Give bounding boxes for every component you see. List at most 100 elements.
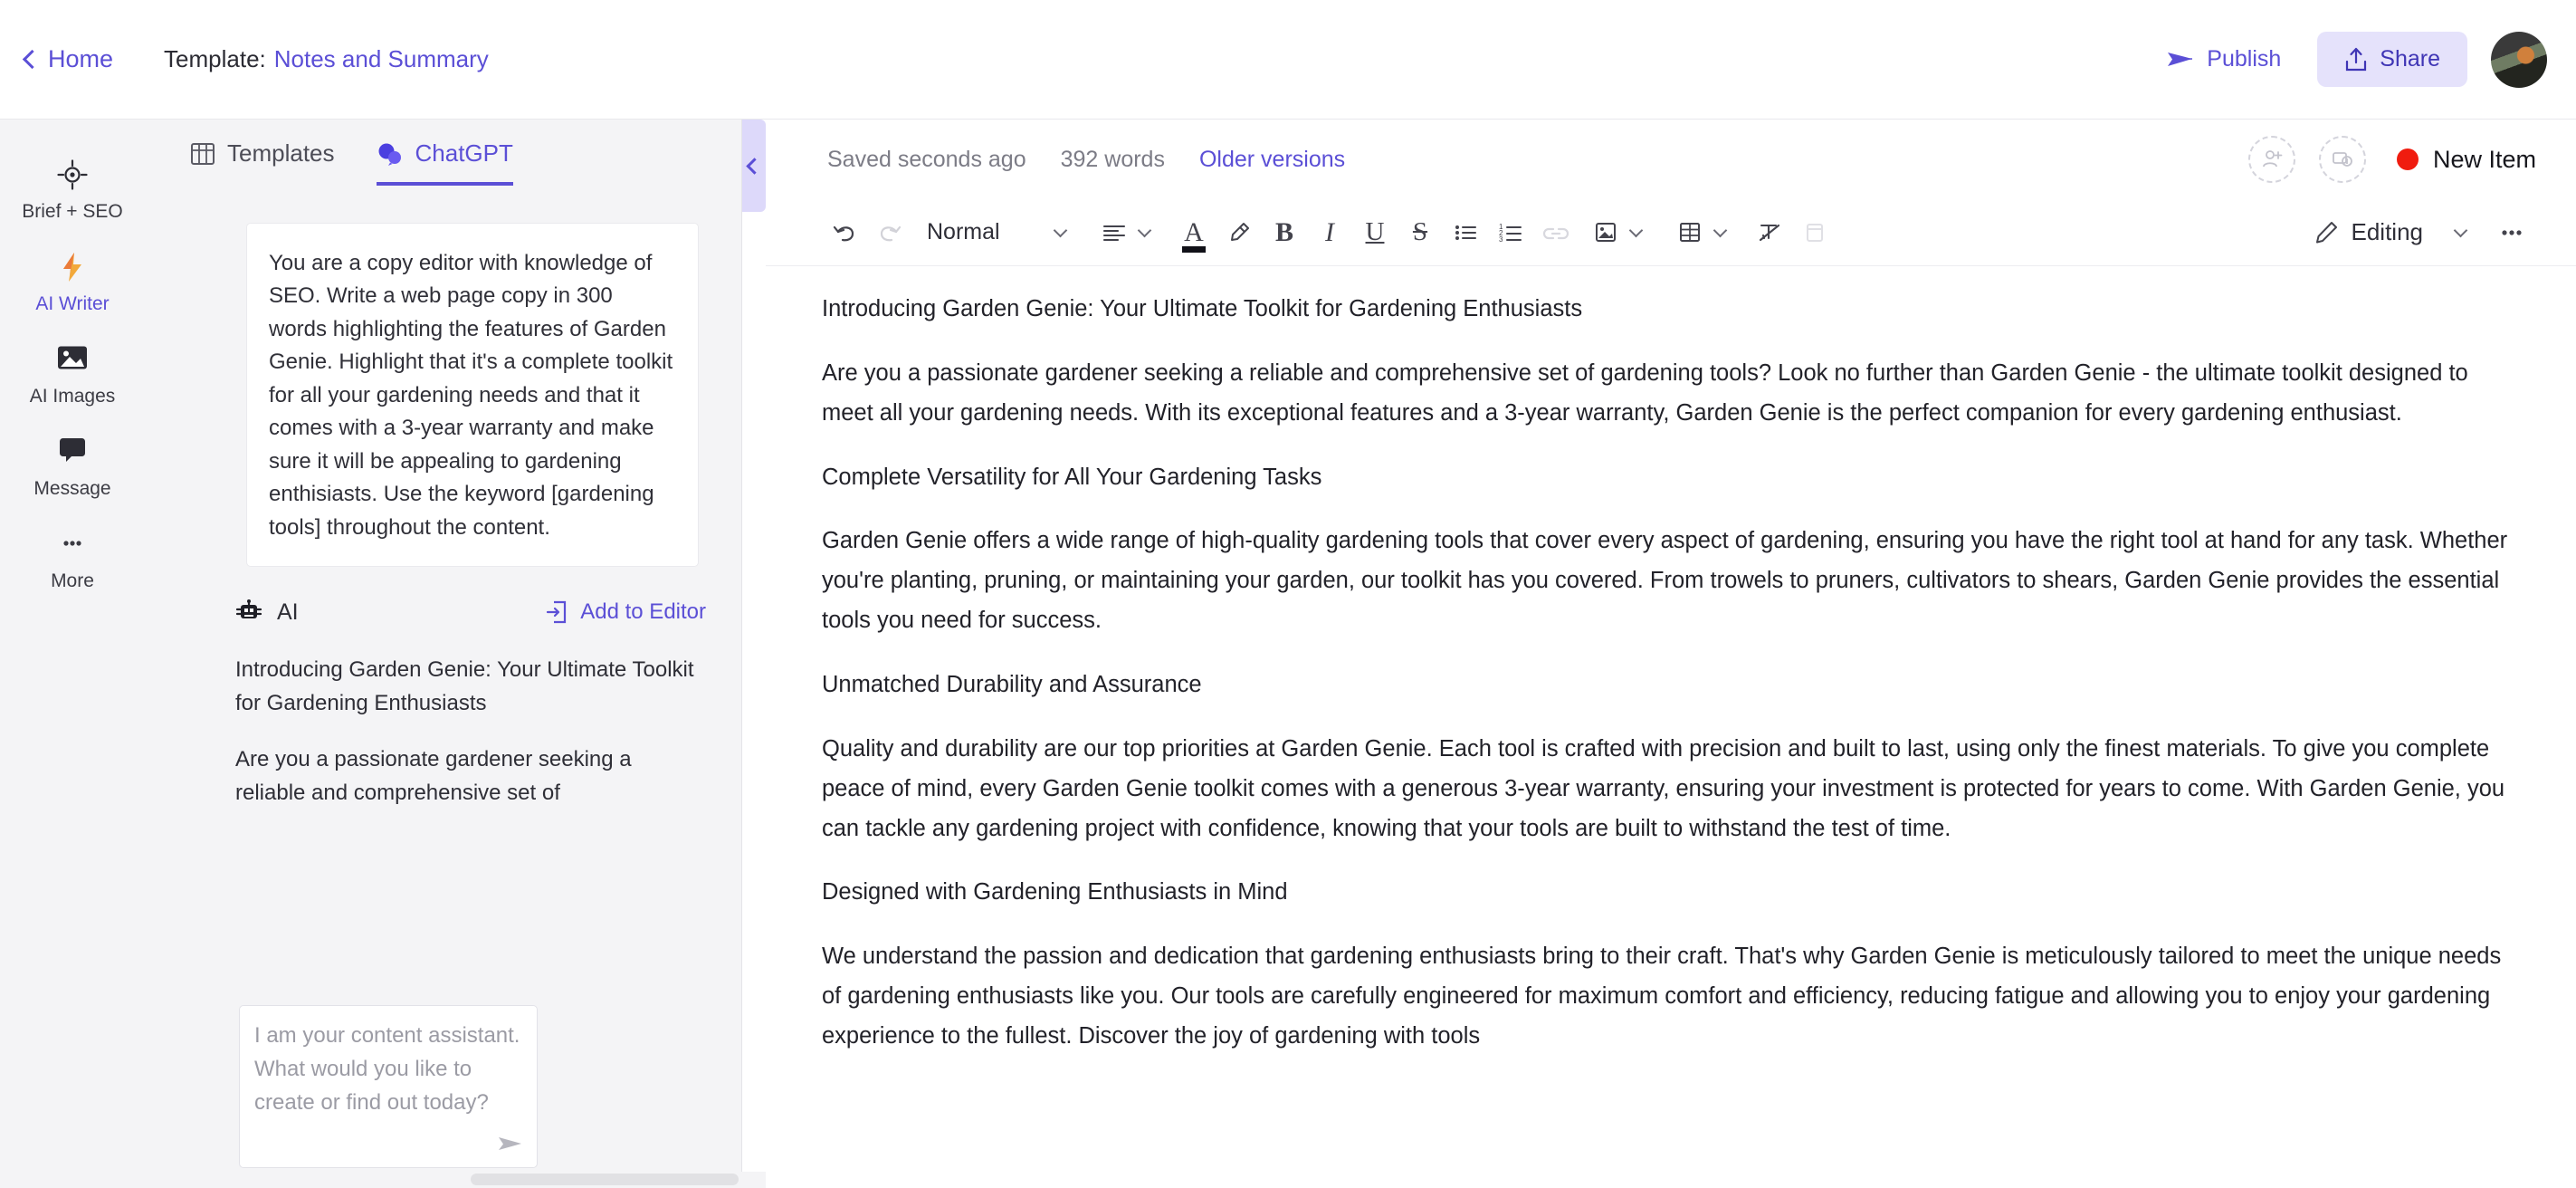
document-heading: Designed with Gardening Enthusiasts in M… xyxy=(822,879,1288,905)
highlight-button[interactable] xyxy=(1216,209,1262,256)
collapse-panel-button[interactable] xyxy=(742,120,766,212)
table-icon xyxy=(1677,221,1703,244)
document-heading: Complete Versatility for All Your Garden… xyxy=(822,464,1322,490)
chat-composer[interactable]: I am your content assistant. What would … xyxy=(239,1005,538,1168)
user-prompt-text: You are a copy editor with knowledge of … xyxy=(269,251,673,540)
document-paragraph: Quality and durability are our top prior… xyxy=(822,735,2505,841)
new-item-label: New Item xyxy=(2432,145,2536,173)
word-count: 392 words xyxy=(1060,146,1165,172)
saved-status: Saved seconds ago xyxy=(827,146,1026,172)
ai-author: AI xyxy=(235,599,299,626)
insert-document-icon xyxy=(546,599,569,625)
tab-label: ChatGPT xyxy=(415,139,513,167)
robot-icon xyxy=(235,599,262,625)
rail-item-ai-writer[interactable]: AI Writer xyxy=(0,235,145,328)
document-area: Saved seconds ago 392 words Older versio… xyxy=(766,120,2576,1188)
chat-bubbles-icon xyxy=(377,141,404,167)
tab-templates[interactable]: Templates xyxy=(190,139,335,186)
bullet-list-button[interactable] xyxy=(1443,209,1488,256)
toolbar-right-group: Editing xyxy=(2304,209,2535,256)
publish-label: Publish xyxy=(2207,46,2282,72)
assistant-panel: Templates ChatGPT You are a copy editor … xyxy=(145,120,742,1188)
status-dot-icon xyxy=(2396,148,2419,170)
left-icon-rail: Brief + SEO AI Writer AI Images Message … xyxy=(0,120,145,1188)
document-paragraph: Garden Genie offers a wide range of high… xyxy=(822,528,2508,634)
link-button[interactable] xyxy=(1533,209,1579,256)
add-to-editor-button[interactable]: Add to Editor xyxy=(546,599,706,625)
undo-button[interactable] xyxy=(822,209,867,256)
clear-formatting-button[interactable] xyxy=(1747,209,1792,256)
numbered-list-button[interactable]: 1 2 3 xyxy=(1488,209,1533,256)
rail-label: AI Images xyxy=(29,386,116,407)
document-paragraph: Are you a passionate gardener seeking a … xyxy=(822,359,2468,426)
underline-button[interactable]: U xyxy=(1352,209,1398,256)
add-to-editor-label: Add to Editor xyxy=(580,599,706,625)
insert-table-select[interactable] xyxy=(1663,209,1747,256)
user-prompt-card: You are a copy editor with knowledge of … xyxy=(246,223,699,568)
share-label: Share xyxy=(2380,46,2440,72)
user-avatar[interactable] xyxy=(2491,31,2547,88)
scrollbar-thumb[interactable] xyxy=(471,1174,739,1185)
strikethrough-button[interactable]: S xyxy=(1398,209,1443,256)
older-versions-link[interactable]: Older versions xyxy=(1199,147,1345,173)
rail-item-ai-images[interactable]: AI Images xyxy=(0,328,145,420)
share-button[interactable]: Share xyxy=(2317,32,2467,87)
align-select[interactable] xyxy=(1087,209,1171,256)
template-name-link[interactable]: Notes and Summary xyxy=(274,45,489,73)
top-bar: Home Template: Notes and Summary Publish… xyxy=(0,0,2576,120)
align-left-icon xyxy=(1102,222,1127,244)
document-heading: Unmatched Durability and Assurance xyxy=(822,672,1202,698)
comment-icon xyxy=(2331,148,2354,171)
italic-button[interactable]: I xyxy=(1307,209,1352,256)
templates-grid-icon xyxy=(190,141,215,167)
text-color-button[interactable]: A xyxy=(1171,209,1216,256)
home-label: Home xyxy=(48,45,114,72)
lightning-icon xyxy=(4,252,141,288)
document-paragraph: We understand the passion and dedication… xyxy=(822,944,2502,1049)
new-item-button[interactable]: New Item xyxy=(2396,145,2536,174)
ellipsis-icon xyxy=(4,529,141,565)
chat-input-placeholder: I am your content assistant. What would … xyxy=(254,1023,520,1116)
home-back-link[interactable]: Home xyxy=(22,45,114,73)
target-icon xyxy=(4,159,141,196)
add-collaborator-button[interactable] xyxy=(2247,136,2295,183)
send-plane-icon xyxy=(2167,50,2194,70)
tab-label: Templates xyxy=(227,139,335,167)
svg-text:3: 3 xyxy=(1499,235,1503,244)
document-meta-bar: Saved seconds ago 392 words Older versio… xyxy=(766,120,2576,199)
ai-response-block: AI Add to Editor Introducing Garden Geni… xyxy=(235,594,706,810)
redo-button[interactable] xyxy=(867,209,912,256)
chevron-down-icon xyxy=(1137,223,1152,237)
comment-button[interactable] xyxy=(2318,136,2366,183)
rail-item-more[interactable]: More xyxy=(0,513,145,605)
image-icon xyxy=(1593,221,1618,244)
upload-icon xyxy=(2344,47,2368,72)
rail-item-brief-seo[interactable]: Brief + SEO xyxy=(0,143,145,235)
more-options-button[interactable] xyxy=(2489,209,2534,256)
insert-image-select[interactable] xyxy=(1579,209,1663,256)
text-style-value: Normal xyxy=(927,219,1000,244)
formatting-toolbar: Normal A B I U S 1 2 3 Editing xyxy=(766,199,2576,266)
rail-label: Message xyxy=(33,478,111,499)
ai-response-header: AI Add to Editor xyxy=(235,594,706,630)
panel-tab-bar: Templates ChatGPT xyxy=(145,120,741,203)
rail-item-message[interactable]: Message xyxy=(0,420,145,513)
bold-button[interactable]: B xyxy=(1262,209,1307,256)
tab-chatgpt[interactable]: ChatGPT xyxy=(376,139,513,186)
template-prefix-label: Template: xyxy=(164,45,266,72)
panel-horizontal-scrollbar[interactable] xyxy=(0,1172,766,1188)
insert-element-button[interactable] xyxy=(1792,209,1837,256)
editing-mode-button[interactable]: Editing xyxy=(2304,218,2433,246)
document-heading: Introducing Garden Genie: Your Ultimate … xyxy=(822,296,1583,321)
document-content[interactable]: Introducing Garden Genie: Your Ultimate … xyxy=(766,266,2576,1181)
chevron-down-icon[interactable] xyxy=(2453,223,2468,237)
breadcrumb: Template: Notes and Summary xyxy=(164,45,489,73)
image-icon xyxy=(4,344,141,380)
text-style-select[interactable]: Normal xyxy=(912,209,1087,256)
rail-label: More xyxy=(51,570,94,591)
editing-label: Editing xyxy=(2351,218,2424,245)
chat-bubble-icon xyxy=(4,436,141,473)
send-icon[interactable] xyxy=(497,1135,524,1156)
ai-label: AI xyxy=(277,599,299,625)
publish-button[interactable]: Publish xyxy=(2154,35,2294,83)
